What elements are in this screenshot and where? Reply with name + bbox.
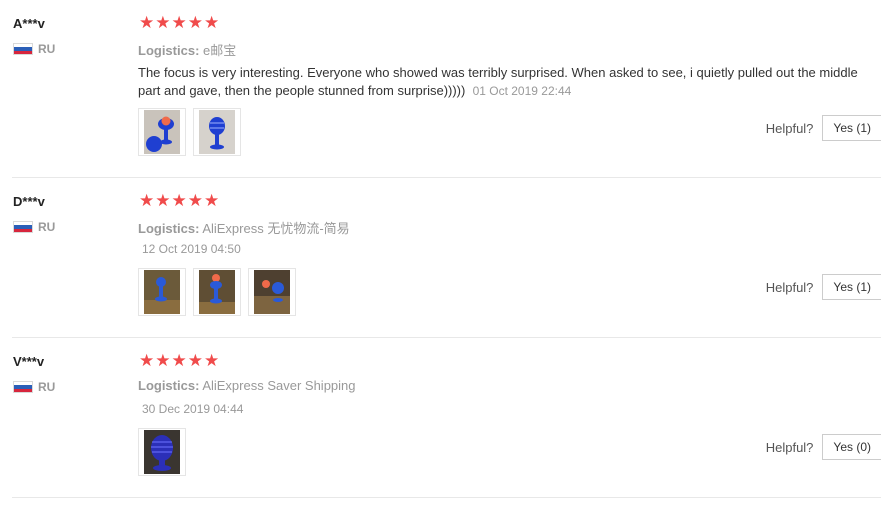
review-images — [138, 108, 248, 156]
helpful-section: Helpful? Yes (1) — [766, 274, 881, 300]
review-text-block: The focus is very interesting. Everyone … — [138, 64, 873, 100]
review-date: 01 Oct 2019 22:44 — [472, 84, 572, 98]
review-image-thumbnail[interactable] — [193, 268, 241, 316]
star-icon: ★ — [187, 351, 203, 370]
review-image-thumbnail[interactable] — [138, 108, 186, 156]
reviewer-name: A***v — [13, 16, 45, 31]
logistics-label: Logistics: — [138, 378, 200, 393]
star-icon: ★ — [204, 13, 220, 32]
helpful-yes-button[interactable]: Yes (0) — [822, 434, 881, 460]
product-photo — [144, 270, 180, 314]
country-code: RU — [38, 380, 56, 394]
review-date: 30 Dec 2019 04:44 — [142, 402, 244, 416]
country-code: RU — [38, 220, 56, 234]
star-icon: ★ — [204, 191, 220, 210]
logistics-value: AliExpress 无忧物流-简易 — [202, 221, 350, 236]
reviewer-name: V***v — [13, 354, 45, 369]
review-date: 12 Oct 2019 04:50 — [142, 242, 241, 256]
logistics-label: Logistics: — [138, 221, 200, 236]
product-photo — [199, 110, 235, 154]
divider — [12, 497, 881, 498]
helpful-yes-button[interactable]: Yes (1) — [822, 274, 881, 300]
reviewer-country: RU — [13, 220, 55, 234]
review-images — [138, 268, 303, 316]
star-icon: ★ — [204, 351, 220, 370]
review-image-thumbnail[interactable] — [248, 268, 296, 316]
star-icon: ★ — [171, 351, 187, 370]
logistics-info: Logistics: AliExpress Saver Shipping — [138, 378, 356, 393]
reviewer-country: RU — [13, 380, 55, 394]
helpful-section: Helpful? Yes (0) — [766, 434, 881, 460]
star-icon: ★ — [139, 13, 155, 32]
reviewer-name: D***v — [13, 194, 45, 209]
star-icon: ★ — [171, 191, 187, 210]
review-image-thumbnail[interactable] — [138, 428, 186, 476]
star-rating: ★ ★ ★ ★ ★ — [139, 14, 220, 31]
divider — [12, 337, 881, 338]
star-icon: ★ — [155, 351, 171, 370]
country-code: RU — [38, 42, 56, 56]
russia-flag-icon — [13, 381, 33, 393]
star-rating: ★ ★ ★ ★ ★ — [139, 352, 220, 369]
star-icon: ★ — [155, 191, 171, 210]
logistics-info: Logistics: AliExpress 无忧物流-简易 — [138, 218, 350, 237]
divider — [12, 177, 881, 178]
product-photo — [199, 270, 235, 314]
product-photo — [144, 430, 180, 474]
logistics-value: e邮宝 — [203, 43, 237, 58]
russia-flag-icon — [13, 43, 33, 55]
helpful-yes-button[interactable]: Yes (1) — [822, 115, 881, 141]
review-images — [138, 428, 193, 476]
star-icon: ★ — [187, 191, 203, 210]
review-image-thumbnail[interactable] — [138, 268, 186, 316]
star-icon: ★ — [155, 13, 171, 32]
product-photo — [144, 110, 180, 154]
helpful-label: Helpful? — [765, 279, 814, 295]
review-image-thumbnail[interactable] — [193, 108, 241, 156]
star-rating: ★ ★ ★ ★ ★ — [139, 192, 220, 209]
helpful-section: Helpful? Yes (1) — [766, 115, 881, 141]
product-photo — [254, 270, 290, 314]
logistics-label: Logistics: — [138, 43, 200, 58]
logistics-value: AliExpress Saver Shipping — [202, 378, 356, 393]
russia-flag-icon — [13, 221, 33, 233]
logistics-info: Logistics: e邮宝 — [138, 40, 236, 59]
star-icon: ★ — [139, 351, 155, 370]
helpful-label: Helpful? — [765, 439, 814, 455]
star-icon: ★ — [139, 191, 155, 210]
star-icon: ★ — [187, 13, 203, 32]
star-icon: ★ — [171, 13, 187, 32]
helpful-label: Helpful? — [765, 120, 814, 136]
reviewer-country: RU — [13, 42, 55, 56]
